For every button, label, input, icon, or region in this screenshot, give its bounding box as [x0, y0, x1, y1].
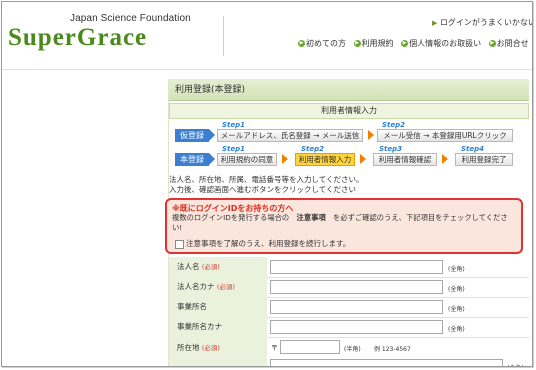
address-input[interactable] [270, 359, 503, 366]
registration-panel: 利用登録(本登録) 利用者情報入力 仮登録 Step1 メールアドレス、氏名登録… [165, 79, 529, 366]
page-frame: Japan Science Foundation SuperGrace ▶ ログ… [1, 1, 533, 367]
section-title: 利用者情報入力 [169, 103, 529, 119]
nav-contact[interactable]: ▶ お問合せ [488, 39, 529, 48]
arrow-right-circle-icon: ▶ [401, 40, 409, 47]
arrow-right-icon [368, 130, 374, 140]
office-kana-label-text: 事業所名カナ [177, 322, 222, 331]
postal-mark: 〒 [271, 344, 278, 352]
fullwidth-hint: (全角) [507, 363, 524, 366]
office-kana-label: 事業所名カナ [169, 317, 267, 337]
form-row-corp-name: 法人名 (必須) (全角) [169, 257, 529, 278]
main-step3-box: 利用者情報確認 [373, 153, 437, 166]
office-input[interactable] [270, 300, 443, 314]
arrow-right-icon [442, 154, 448, 164]
required-marker: (必須) [201, 263, 220, 271]
login-help-link[interactable]: ▶ ログインがうまくいかない時 [432, 17, 532, 28]
nav-privacy[interactable]: ▶ 個人情報のお取扱い [401, 39, 481, 48]
header-divider [223, 16, 224, 56]
nav-terms[interactable]: ▶ 利用規約 [353, 39, 394, 48]
corp-name-input[interactable] [270, 260, 443, 274]
nav-privacy-label: 個人情報のお取扱い [409, 39, 482, 48]
existing-id-notice: ※既にログインIDをお持ちの方へ 複数のログインIDを発行する場合の 注意事項 … [165, 198, 523, 254]
form-row-address: 所在地 (必須) 〒 (半角) 例 123-4567 (全角) [169, 337, 529, 366]
address-label: 所在地 (必須) [169, 337, 267, 366]
arrow-right-circle-icon: ▶ [353, 40, 361, 47]
office-label: 事業所名 [169, 297, 267, 317]
notice-text-before: 複数のログインIDを発行する場合の [172, 213, 290, 222]
required-marker: (必須) [216, 283, 235, 291]
prov-step2-box: メール受信 → 本登録用URLクリック [377, 129, 513, 142]
prov-step1-number: Step1 [222, 121, 246, 129]
fullwidth-hint: (全角) [448, 266, 465, 273]
corp-kana-input[interactable] [270, 280, 443, 294]
main-registration-tag: 本登録 [175, 153, 215, 166]
main-step4-box: 利用登録完了 [455, 153, 513, 166]
arrow-right-icon [360, 154, 366, 164]
corp-name-label: 法人名 (必須) [169, 257, 267, 277]
fullwidth-hint: (全角) [448, 286, 465, 293]
postal-example: 例 123-4567 [374, 346, 411, 353]
site-header: Japan Science Foundation SuperGrace ▶ ログ… [2, 2, 532, 62]
arrow-right-circle-icon: ▶ [298, 40, 305, 47]
arrow-right-icon [282, 154, 288, 164]
main-step1-number: Step1 [222, 145, 246, 153]
instruction-line-2: 入力後、確認画面へ進むボタンをクリックしてください [169, 185, 357, 194]
nav-terms-label: 利用規約 [361, 39, 394, 48]
triangle-right-icon: ▶ [432, 19, 438, 27]
office-label-text: 事業所名 [177, 302, 207, 311]
login-help-label: ログインがうまくいかない時 [439, 18, 532, 27]
page-title: 利用登録(本登録) [169, 79, 529, 101]
corp-name-label-text: 法人名 [177, 262, 200, 271]
halfwidth-hint: (半角) [344, 346, 361, 353]
main-step4-number: Step4 [461, 145, 485, 153]
instructions: 法人名、所在地、所属、電話番号等を入力してください。 入力後、確認画面へ進むボタ… [169, 175, 364, 195]
required-marker: (必須) [201, 344, 220, 352]
prov-step2-number: Step2 [382, 121, 406, 129]
form-row-office: 事業所名 (全角) [169, 297, 529, 318]
nav-contact-label: お問合せ [496, 39, 529, 48]
header-separator [2, 69, 532, 70]
fullwidth-hint: (全角) [448, 306, 465, 313]
foundation-name: Japan Science Foundation [70, 13, 191, 24]
corp-kana-label: 法人名カナ (必須) [169, 277, 267, 297]
provisional-tag: 仮登録 [175, 129, 215, 142]
form-row-corp-kana: 法人名カナ (必須) (全角) [169, 277, 529, 298]
postal-code-input[interactable] [280, 340, 340, 354]
main-step1-box: 利用規約の同意 [217, 153, 277, 166]
main-step2-box-active: 利用者情報入力 [295, 153, 355, 166]
main-step3-number: Step3 [379, 145, 403, 153]
prov-step1-box: メールアドレス、氏名登録 → メール送信 [217, 129, 363, 142]
nav-first-time-label: 初めての方 [306, 39, 346, 48]
nav-first-time[interactable]: ▶ 初めての方 [298, 39, 346, 48]
notice-caution-link[interactable]: 注意事項 [297, 213, 326, 222]
main-step2-number: Step2 [301, 145, 325, 153]
notice-text: 複数のログインIDを発行する場合の 注意事項 を必ずご確認のうえ、下記項目をチェ… [172, 213, 517, 233]
header-nav: ▶ 初めての方 ▶ 利用規約 ▶ 個人情報のお取扱い ▶ お問合せ [298, 38, 532, 49]
instruction-line-1: 法人名、所在地、所属、電話番号等を入力してください。 [169, 175, 364, 184]
acknowledge-checkbox-label[interactable]: 注意事項を了解のうえ、利用登録を続行します。 [186, 238, 350, 249]
form-row-office-kana: 事業所名カナ (全角) [169, 317, 529, 338]
corp-kana-label-text: 法人名カナ [177, 282, 215, 291]
office-kana-input[interactable] [270, 320, 443, 334]
acknowledge-checkbox[interactable] [175, 240, 184, 249]
site-logo[interactable]: SuperGrace [8, 24, 147, 52]
fullwidth-hint: (全角) [448, 326, 465, 333]
address-label-text: 所在地 [177, 343, 200, 352]
arrow-right-circle-icon: ▶ [488, 40, 496, 47]
